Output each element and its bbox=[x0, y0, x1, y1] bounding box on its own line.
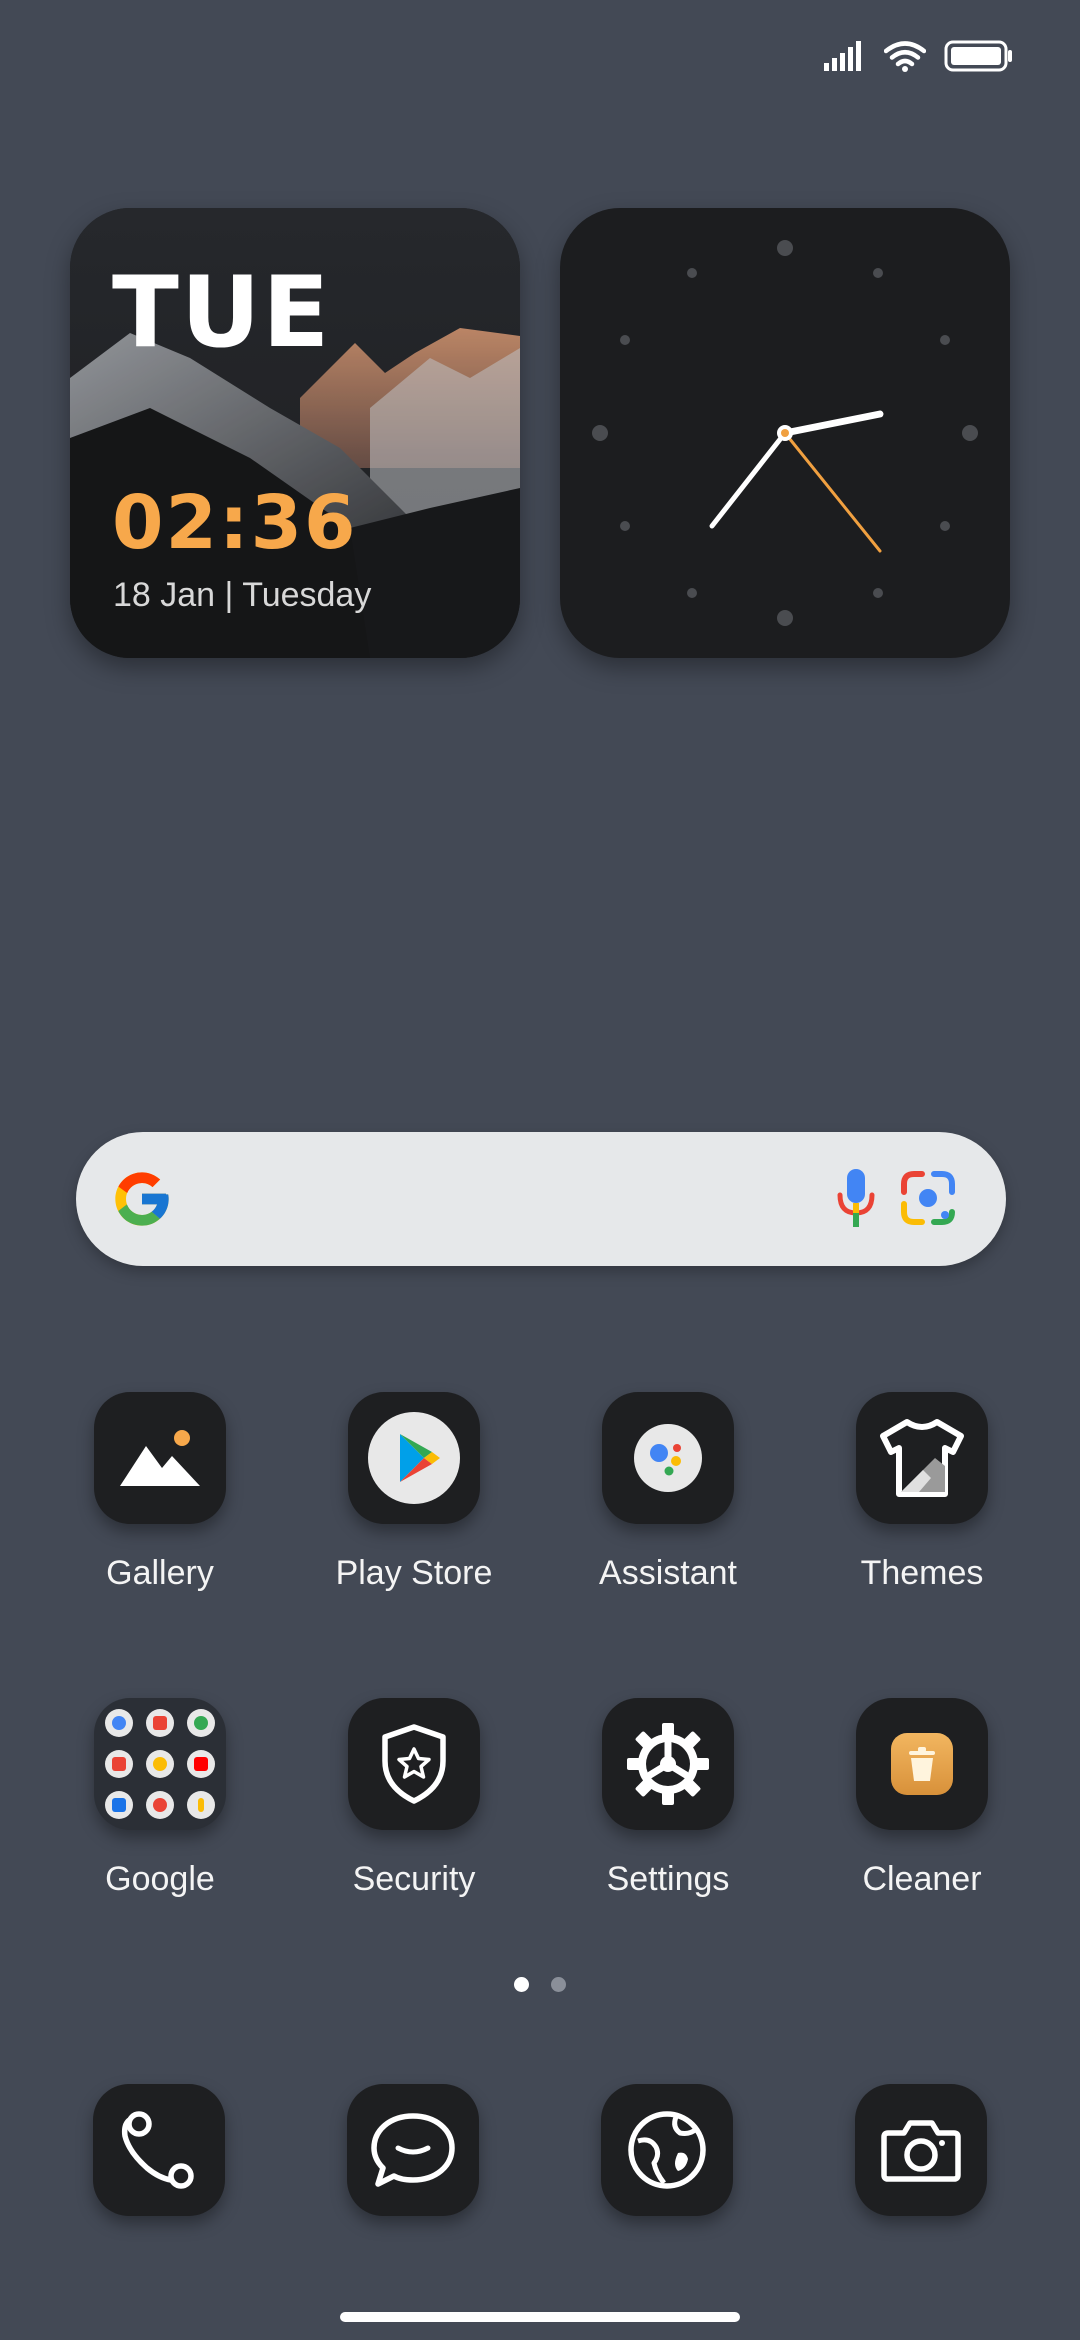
app-settings[interactable]: Settings bbox=[541, 1698, 795, 1899]
analog-clock-widget[interactable] bbox=[560, 208, 1010, 658]
time-label: 02:36 bbox=[112, 480, 358, 566]
clock-face bbox=[592, 240, 978, 626]
google-search-bar[interactable] bbox=[76, 1132, 1006, 1266]
messages-icon[interactable] bbox=[347, 2084, 479, 2216]
status-bar bbox=[824, 40, 1014, 72]
app-themes[interactable]: Themes bbox=[795, 1392, 1049, 1593]
app-label: Settings bbox=[606, 1860, 730, 1898]
settings-icon[interactable] bbox=[602, 1698, 734, 1830]
signal-icon bbox=[824, 41, 861, 71]
browser-icon[interactable] bbox=[601, 2084, 733, 2216]
app-assistant[interactable]: Assistant bbox=[541, 1392, 795, 1593]
app-gallery[interactable]: Gallery bbox=[33, 1392, 287, 1593]
cleaner-icon[interactable] bbox=[856, 1698, 988, 1830]
wifi-icon bbox=[884, 41, 926, 72]
app-label: Security bbox=[352, 1860, 476, 1898]
app-label: Gallery bbox=[106, 1554, 214, 1592]
weekday-label: TUE bbox=[112, 256, 332, 370]
app-label: Google bbox=[105, 1860, 215, 1898]
google-lens-icon[interactable] bbox=[898, 1168, 958, 1228]
phone-icon[interactable] bbox=[93, 2084, 225, 2216]
google-folder-icon[interactable] bbox=[94, 1698, 226, 1830]
app-label: Themes bbox=[860, 1554, 984, 1592]
app-label: Assistant bbox=[599, 1554, 737, 1592]
clock-minute-hand bbox=[709, 430, 788, 529]
play-store-icon[interactable] bbox=[348, 1392, 480, 1524]
date-label: 18 Jan | Tuesday bbox=[113, 576, 372, 614]
assistant-icon[interactable] bbox=[602, 1392, 734, 1524]
clock-second-hand bbox=[783, 431, 882, 553]
app-google-folder[interactable]: Google bbox=[33, 1698, 287, 1899]
app-security[interactable]: Security bbox=[287, 1698, 541, 1899]
app-cleaner[interactable]: Cleaner bbox=[795, 1698, 1049, 1899]
clock-hour-hand bbox=[781, 410, 884, 437]
app-play-store[interactable]: Play Store bbox=[287, 1392, 541, 1593]
themes-icon[interactable] bbox=[856, 1392, 988, 1524]
google-g-icon bbox=[115, 1172, 169, 1226]
page-indicator-dot[interactable] bbox=[551, 1977, 566, 1992]
app-label: Cleaner bbox=[862, 1860, 982, 1898]
app-label: Play Store bbox=[335, 1554, 493, 1592]
date-widget[interactable]: TUE 02:36 18 Jan | Tuesday bbox=[70, 208, 520, 658]
microphone-icon[interactable] bbox=[836, 1167, 876, 1231]
page-indicator-dot-active[interactable] bbox=[514, 1977, 529, 1992]
camera-icon[interactable] bbox=[855, 2084, 987, 2216]
security-icon[interactable] bbox=[348, 1698, 480, 1830]
gallery-icon[interactable] bbox=[94, 1392, 226, 1524]
battery-icon bbox=[944, 40, 1012, 72]
gesture-navigation-bar[interactable] bbox=[340, 2312, 740, 2322]
